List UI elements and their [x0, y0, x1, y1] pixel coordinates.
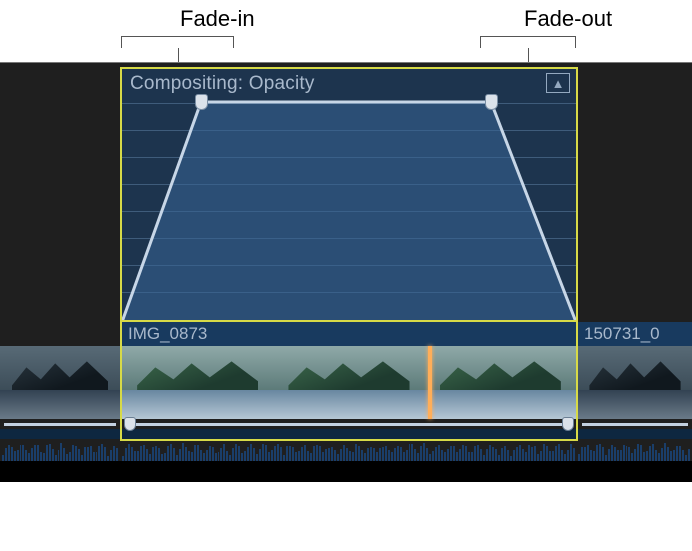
audio-level-line[interactable] [4, 423, 116, 426]
audio-level-line[interactable] [126, 423, 572, 426]
clip-name-label: IMG_0873 [128, 324, 207, 344]
fade-in-handle[interactable] [195, 94, 208, 110]
timeline-clip-selected[interactable]: IMG_0873 [122, 322, 576, 439]
fade-out-label: Fade-out [524, 6, 612, 32]
clip-name-label: 150731_0 [584, 324, 660, 344]
timeline-clip[interactable] [0, 322, 120, 439]
video-animation-pane[interactable]: Compositing: Opacity ▲ [122, 69, 576, 322]
fade-in-label: Fade-in [180, 6, 255, 32]
audio-waveform [0, 439, 692, 461]
fade-out-callout [480, 36, 576, 48]
audio-fade-in-handle[interactable] [124, 417, 136, 431]
audio-level-line[interactable] [582, 423, 688, 426]
animation-editor-icon[interactable]: ▲ [546, 73, 570, 93]
timeline-empty-area [0, 461, 692, 482]
fade-out-handle[interactable] [485, 94, 498, 110]
audio-fade-out-handle[interactable] [562, 417, 574, 431]
opacity-curve[interactable] [122, 100, 576, 322]
timeline: Compositing: Opacity ▲ IMG_0873 [0, 62, 692, 482]
timeline-clip[interactable]: 150731_0 [578, 322, 692, 439]
fade-in-callout [121, 36, 234, 48]
playhead-frame-marker[interactable] [428, 346, 432, 419]
animation-pane-title: Compositing: Opacity [130, 73, 315, 95]
clip-strip: IMG_0873 150731_0 [0, 322, 692, 439]
